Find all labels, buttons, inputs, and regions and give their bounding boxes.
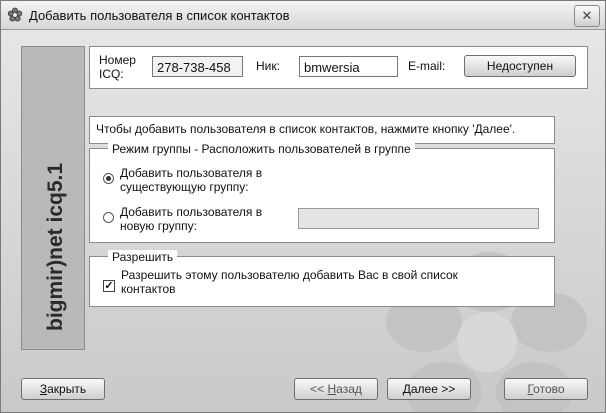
dialog-window: Добавить пользователя в список контактов… <box>0 0 606 413</box>
icq-number-label-line1: Номер <box>99 53 136 67</box>
brand-sidebar: bigmir)net icq5.1 <box>21 46 85 350</box>
bigmir-icq-logo: bigmir)net icq5.1 <box>44 163 67 331</box>
instruction-panel: Чтобы добавить пользователя в список кон… <box>89 116 555 144</box>
done-button[interactable]: Готово <box>504 378 588 400</box>
allow-add-label-line1[interactable]: Разрешить этому пользователю добавить Ва… <box>121 269 458 282</box>
dialog-client: bigmir)net icq5.1 Номер ICQ: 278-738-458… <box>1 30 605 412</box>
permission-legend: Разрешить <box>108 250 178 264</box>
permission-panel: Разрешить ✓ Разрешить этому пользователю… <box>89 250 555 307</box>
new-group-label-line2[interactable]: новую группу: <box>120 220 197 233</box>
new-group-label-line1[interactable]: Добавить пользователя в <box>120 206 262 219</box>
icq-number-field: 278-738-458 <box>152 56 243 77</box>
allow-add-checkbox[interactable]: ✓ <box>103 280 115 292</box>
done-button-label: отово <box>533 382 565 396</box>
instruction-text: Чтобы добавить пользователя в список кон… <box>96 122 516 136</box>
next-button-label: алее >> <box>410 382 456 396</box>
new-group-radio[interactable] <box>103 212 114 223</box>
window-title: Добавить пользователя в список контактов <box>29 8 290 23</box>
next-button-hotkey: Д <box>402 382 411 396</box>
new-group-input[interactable] <box>298 208 539 229</box>
existing-group-radio[interactable] <box>103 173 114 184</box>
back-button[interactable]: << Назад <box>294 378 378 400</box>
back-button-hotkey: Н <box>327 382 337 396</box>
window-close-button[interactable]: ✕ <box>574 5 600 27</box>
email-unavailable-button[interactable]: Недоступен <box>464 55 576 77</box>
back-button-prefix: << <box>310 382 328 396</box>
allow-add-label-line2[interactable]: контактов <box>121 283 176 296</box>
title-bar[interactable]: Добавить пользователя в список контактов… <box>1 1 605 30</box>
user-info-panel: Номер ICQ: 278-738-458 Ник: bmwersia E-m… <box>89 46 588 89</box>
existing-group-label-line1[interactable]: Добавить пользователя в <box>120 167 262 180</box>
nick-input[interactable]: bmwersia <box>299 56 398 77</box>
nick-label: Ник: <box>256 59 280 73</box>
group-mode-panel: Режим группы - Расположить пользователей… <box>89 142 555 243</box>
svg-text:bigmir)net icq5.1: bigmir)net icq5.1 <box>44 163 67 331</box>
icq-number-label-line2: ICQ: <box>99 67 124 81</box>
existing-group-label-line2[interactable]: существующую группу: <box>120 181 249 194</box>
back-button-label: азад <box>336 382 362 396</box>
group-mode-legend: Режим группы - Расположить пользователей… <box>108 142 415 156</box>
close-button[interactable]: Закрыть <box>21 378 105 400</box>
next-button[interactable]: Далее >> <box>387 378 471 400</box>
email-label: E-mail: <box>408 59 446 73</box>
close-button-label: акрыть <box>47 382 87 396</box>
icq-flower-icon <box>7 7 23 22</box>
